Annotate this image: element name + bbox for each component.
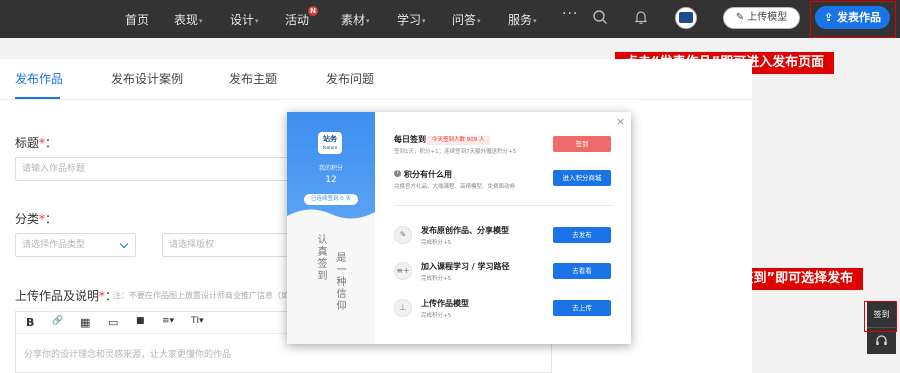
bold-icon[interactable]: B xyxy=(26,316,34,329)
chevron-down-icon: ▾ xyxy=(422,17,426,25)
nav-item-qa[interactable]: 问答▾ xyxy=(452,11,481,28)
upload-task-icon: ⊥ xyxy=(394,299,412,317)
checkin-rule: 签到1天，积分+1；连续签到7天额外赠送积分+5 xyxy=(394,149,517,155)
task-publish-button[interactable]: 去发布 xyxy=(553,227,611,243)
points-mall-button[interactable]: 进入积分商城 xyxy=(553,170,611,186)
nav-item-materials[interactable]: 素材▾ xyxy=(341,11,370,28)
nav-item-services[interactable]: 服务▾ xyxy=(508,11,537,28)
file-icon[interactable]: ▭ xyxy=(108,316,118,329)
help-icon: ? xyxy=(394,170,401,177)
publish-highlight-frame xyxy=(810,1,896,38)
task-title: 发布原创作品、分享模型 xyxy=(421,226,509,235)
course-task-icon: ≡+ xyxy=(394,262,412,280)
edit-task-icon: ✎ xyxy=(394,226,412,244)
tab-publish-case[interactable]: 发布设计案例 xyxy=(111,70,183,87)
tab-publish-work[interactable]: 发布作品 xyxy=(15,70,63,87)
chevron-down-icon: ▾ xyxy=(477,17,481,25)
title-label: 标题*： xyxy=(15,136,58,150)
wave-decoration xyxy=(287,209,375,234)
points-usage-desc: 兑换官方礼品、大咖课程、高精模型、免费面动券 xyxy=(394,184,516,190)
calligraphy-text-a: 认真签到 xyxy=(315,234,326,282)
nav-item-design[interactable]: 设计▾ xyxy=(230,11,259,28)
upload-model-button[interactable]: ✎ 上传模型 xyxy=(723,7,800,29)
pencil-icon: ✎ xyxy=(735,12,748,23)
task-title: 加入课程学习 / 学习路径 xyxy=(421,262,510,271)
search-icon[interactable] xyxy=(592,9,608,25)
points-value: 12 xyxy=(325,175,337,185)
more-menu-icon[interactable]: ··· xyxy=(562,6,578,22)
link-icon[interactable]: 🔗 xyxy=(52,316,63,326)
chevron-down-icon xyxy=(119,239,129,249)
avatar[interactable] xyxy=(675,7,697,29)
image-icon[interactable]: ▦ xyxy=(80,316,90,329)
chevron-down-icon: ▾ xyxy=(199,17,203,25)
points-label: 我的积分 xyxy=(318,165,343,172)
modal-divider xyxy=(394,205,614,206)
copyright-select[interactable]: 请选择版权 xyxy=(162,233,290,257)
task-reward: 完成积分+5 xyxy=(421,276,452,282)
task-title: 上传作品模型 xyxy=(421,299,469,308)
align-icon[interactable]: ≡▾ xyxy=(162,316,174,326)
checkin-modal: 站务 feature 我的积分 12 已连续签到 0 天 认真签到 是一种信仰 ×… xyxy=(287,112,631,344)
work-type-select[interactable]: 请选择作品类型 xyxy=(15,233,136,257)
checkin-title: 每日签到 xyxy=(394,135,426,144)
text-style-icon[interactable]: TI▾ xyxy=(191,316,204,326)
top-nav-bar: 首页 表现▾ 设计▾ 活动 N 素材▾ 学习▾ 问答▾ 服务▾ ··· ✎ 上传模… xyxy=(0,0,900,38)
chevron-down-icon: ▾ xyxy=(255,17,259,25)
site-logo: 站务 feature xyxy=(318,132,342,154)
new-badge: N xyxy=(308,6,319,16)
task-upload-button[interactable]: 去上传 xyxy=(553,300,611,316)
nav-item-learn[interactable]: 学习▾ xyxy=(397,11,426,28)
close-icon[interactable]: × xyxy=(616,115,625,128)
chevron-down-icon: ▾ xyxy=(366,17,370,25)
task-view-button[interactable]: 去看看 xyxy=(553,263,611,279)
upload-description-label: 上传作品及说明*： xyxy=(15,289,118,303)
nav-item-activity[interactable]: 活动 N xyxy=(285,6,319,28)
upload-hint: 注：不要在作品图上放置设计师商业推广信息（如 xyxy=(113,291,289,300)
bell-icon[interactable] xyxy=(633,9,649,25)
streak-badge: 已连续签到 0 天 xyxy=(304,194,358,205)
nav-item-showcase[interactable]: 表现▾ xyxy=(174,11,203,28)
video-icon[interactable]: ■ xyxy=(136,316,145,326)
nav-item-home[interactable]: 首页 xyxy=(125,11,149,28)
tab-divider xyxy=(0,99,752,100)
tab-publish-topic[interactable]: 发布主题 xyxy=(229,70,277,87)
category-label: 分类*： xyxy=(15,212,58,226)
points-usage-title: 积分有什么用 xyxy=(404,170,452,179)
modal-points-panel: 站务 feature 我的积分 12 已连续签到 0 天 认真签到 是一种信仰 xyxy=(287,112,375,344)
avatar-image xyxy=(679,12,693,23)
checkin-highlight-frame xyxy=(864,301,897,332)
tab-publish-question[interactable]: 发布问题 xyxy=(326,70,374,87)
chevron-down-icon: ▾ xyxy=(533,17,537,25)
calligraphy-text-b: 是一种信仰 xyxy=(334,252,345,312)
editor-placeholder: 分享你的设计理念和灵感来源，让大家更懂你的作品 xyxy=(24,350,232,360)
task-reward: 完成积分+5 xyxy=(421,313,452,319)
checkin-count-badge: 今天签到人数 909 人 xyxy=(427,136,490,145)
headset-icon[interactable] xyxy=(875,334,888,347)
task-reward: 完成积分+5 xyxy=(421,240,452,246)
checkin-button[interactable]: 签到 xyxy=(553,136,611,152)
title-input[interactable]: 请输入作品标题 xyxy=(15,157,305,181)
